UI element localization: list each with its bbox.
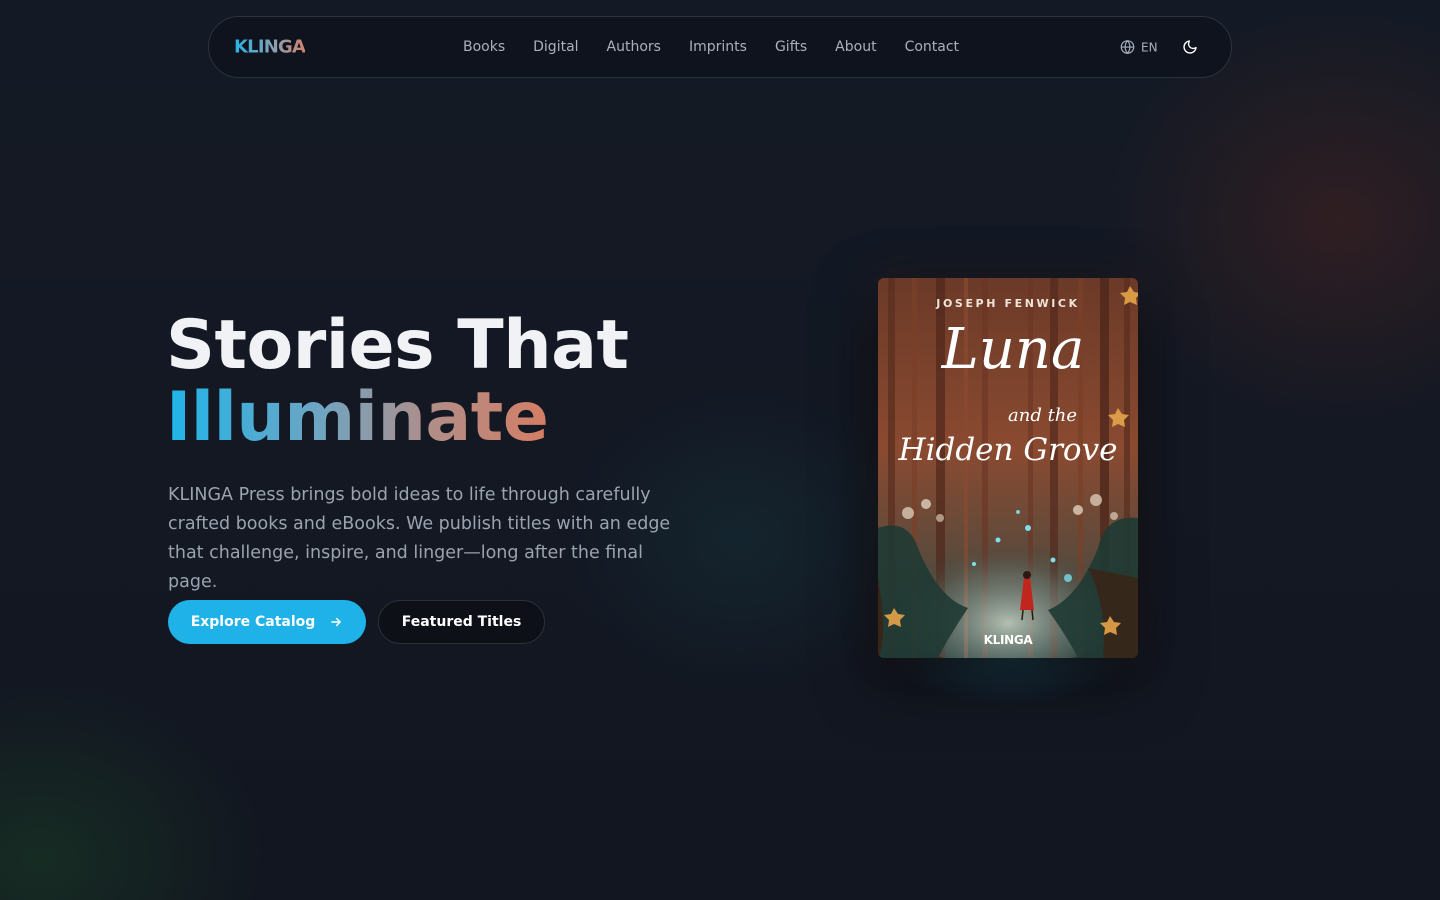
nav-link-gifts[interactable]: Gifts: [775, 39, 807, 55]
featured-titles-label: Featured Titles: [401, 614, 522, 630]
nav-link-imprints[interactable]: Imprints: [689, 39, 747, 55]
page: KLINGA Books Digital Authors Imprints Gi…: [0, 0, 1440, 900]
featured-book-cover[interactable]: JOSEPH FENWICK Luna and the Hidden Grove…: [878, 278, 1138, 658]
nav-links: Books Digital Authors Imprints Gifts Abo…: [463, 17, 987, 77]
explore-catalog-label: Explore Catalog: [190, 614, 316, 630]
nav-link-books[interactable]: Books: [463, 39, 505, 55]
brand-logo[interactable]: KLINGA: [234, 37, 306, 58]
book-title-connector: and the: [1008, 405, 1078, 426]
arrow-right-icon: [331, 617, 342, 627]
hero-title: Stories That Illuminate: [166, 310, 629, 454]
theme-toggle-button[interactable]: [1179, 36, 1201, 58]
language-selector[interactable]: EN: [1120, 40, 1158, 55]
hero-description: KLINGA Press brings bold ideas to life t…: [168, 485, 671, 592]
book-publisher: KLINGA: [983, 633, 1033, 647]
globe-icon: [1120, 40, 1135, 54]
hero-title-highlight: Illuminate: [166, 378, 549, 457]
nav-link-authors[interactable]: Authors: [607, 39, 661, 55]
nav-link-about[interactable]: About: [835, 39, 876, 55]
explore-catalog-button[interactable]: Explore Catalog: [168, 600, 366, 644]
top-navbar: KLINGA Books Digital Authors Imprints Gi…: [208, 16, 1232, 78]
book-title-main: Luna: [941, 317, 1085, 382]
featured-titles-button[interactable]: Featured Titles: [378, 600, 545, 644]
nav-link-digital[interactable]: Digital: [533, 39, 578, 55]
book-author: JOSEPH FENWICK: [936, 297, 1080, 310]
hero-title-line1: Stories That: [166, 306, 629, 385]
nav-link-contact[interactable]: Contact: [905, 39, 959, 55]
moon-icon: [1183, 40, 1197, 54]
language-label: EN: [1141, 40, 1158, 54]
book-title-rest: Hidden Grove: [898, 432, 1118, 468]
